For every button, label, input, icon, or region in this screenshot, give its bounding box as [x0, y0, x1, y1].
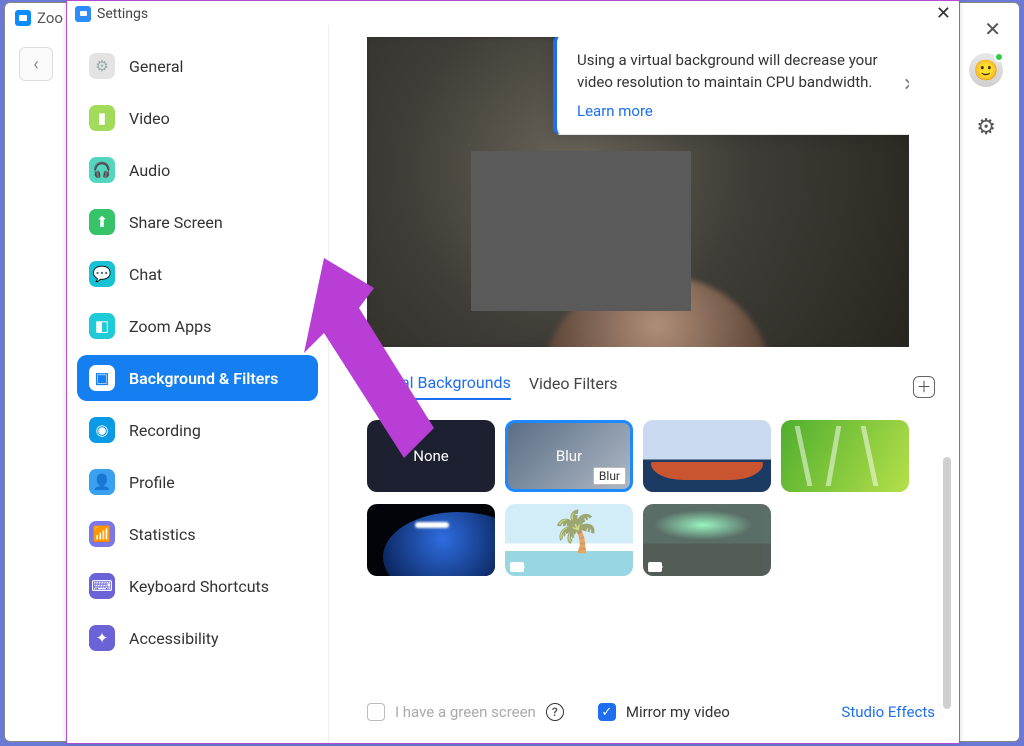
studio-effects-link[interactable]: Studio Effects [841, 703, 935, 721]
sidebar-item-accessibility[interactable]: ✦ Accessibility [77, 615, 318, 661]
tab-virtual-backgrounds[interactable]: Virtual Backgrounds [367, 373, 511, 400]
presence-dot-icon [994, 52, 1004, 62]
background-option-blur[interactable]: Blur Blur [505, 420, 633, 492]
green-screen-label: I have a green screen [395, 703, 536, 721]
sidebar-item-label: Keyboard Shortcuts [129, 577, 269, 596]
gear-icon[interactable]: ⚙ [976, 115, 996, 140]
mirror-video-label: Mirror my video [626, 703, 730, 721]
share-screen-icon: ⬆ [89, 209, 115, 235]
main-panel: Using a virtual background will decrease… [329, 25, 959, 743]
sidebar-item-recording[interactable]: ◉ Recording [77, 407, 318, 453]
settings-title: Settings [97, 6, 148, 22]
redacted-region [471, 151, 691, 311]
sidebar-item-label: Video [129, 109, 170, 128]
info-banner-text: Using a virtual background will decrease… [577, 50, 892, 94]
zoom-icon [75, 6, 91, 22]
sidebar-item-audio[interactable]: 🎧 Audio [77, 147, 318, 193]
sidebar-item-statistics[interactable]: 📶 Statistics [77, 511, 318, 557]
background-option-grass[interactable] [781, 420, 909, 492]
tab-video-filters[interactable]: Video Filters [529, 374, 618, 399]
banner-close-icon[interactable]: ✕ [903, 74, 909, 95]
green-screen-checkbox[interactable] [367, 703, 385, 721]
chat-icon: 💬 [89, 261, 115, 287]
background-option-aurora[interactable] [643, 504, 771, 576]
close-icon[interactable]: ✕ [936, 3, 951, 24]
sidebar-item-label: Share Screen [129, 213, 223, 232]
bottom-options: I have a green screen ? ✓ Mirror my vide… [367, 703, 935, 721]
sidebar-item-label: Profile [129, 473, 175, 492]
browser-back-button[interactable]: ‹ [19, 47, 53, 81]
background-option-beach[interactable]: 🌴 [505, 504, 633, 576]
scrollbar[interactable] [943, 457, 951, 709]
sidebar-item-share-screen[interactable]: ⬆ Share Screen [77, 199, 318, 245]
video-preview: Using a virtual background will decrease… [367, 37, 909, 347]
avatar[interactable]: 🙂 [969, 53, 1003, 87]
sidebar-item-label: Statistics [129, 525, 196, 544]
learn-more-link[interactable]: Learn more [577, 102, 653, 120]
sidebar-item-chat[interactable]: 💬 Chat [77, 251, 318, 297]
settings-sidebar: ⚙ General ▮ Video 🎧 Audio ⬆ Share Screen 💬 Ch… [67, 25, 329, 743]
background-option-earth[interactable] [367, 504, 495, 576]
video-badge-icon [648, 562, 662, 572]
video-icon: ▮ [89, 105, 115, 131]
sidebar-item-background-filters[interactable]: ▣ Background & Filters [77, 355, 318, 401]
sidebar-item-video[interactable]: ▮ Video [77, 95, 318, 141]
general-icon: ⚙ [89, 53, 115, 79]
add-background-button[interactable]: ＋ [913, 376, 935, 398]
background-grid: None Blur Blur 🌴 [367, 420, 935, 576]
statistics-icon: 📶 [89, 521, 115, 547]
sidebar-item-profile[interactable]: 👤 Profile [77, 459, 318, 505]
browser-tab-label: Zoo [37, 9, 63, 27]
sidebar-item-label: General [129, 57, 183, 76]
accessibility-icon: ✦ [89, 625, 115, 651]
sidebar-item-label: Audio [129, 161, 170, 180]
settings-window: Settings ✕ ⚙ General ▮ Video 🎧 Audio ⬆ Share… [66, 0, 960, 744]
keyboard-icon: ⌨ [89, 573, 115, 599]
sidebar-item-label: Zoom Apps [129, 317, 211, 336]
sidebar-item-label: Background & Filters [129, 369, 278, 388]
sidebar-item-label: Recording [129, 421, 201, 440]
zoom-apps-icon: ◧ [89, 313, 115, 339]
sidebar-item-keyboard-shortcuts[interactable]: ⌨ Keyboard Shortcuts [77, 563, 318, 609]
background-option-golden-gate[interactable] [643, 420, 771, 492]
zoom-icon [15, 10, 31, 26]
help-icon[interactable]: ? [546, 703, 564, 721]
audio-icon: 🎧 [89, 157, 115, 183]
sidebar-item-label: Accessibility [129, 629, 219, 648]
sidebar-item-zoom-apps[interactable]: ◧ Zoom Apps [77, 303, 318, 349]
sub-tabs: Virtual Backgrounds Video Filters ＋ [367, 373, 935, 400]
settings-titlebar: Settings ✕ [67, 1, 959, 25]
browser-close-icon[interactable]: ✕ [984, 17, 1001, 41]
video-badge-icon [510, 562, 524, 572]
blur-tooltip: Blur [593, 467, 626, 485]
mirror-video-checkbox[interactable]: ✓ [598, 703, 616, 721]
sidebar-item-general[interactable]: ⚙ General [77, 43, 318, 89]
info-banner: Using a virtual background will decrease… [553, 37, 909, 135]
background-option-none[interactable]: None [367, 420, 495, 492]
browser-tab[interactable]: Zoo [15, 9, 63, 27]
sidebar-item-label: Chat [129, 265, 162, 284]
profile-icon: 👤 [89, 469, 115, 495]
recording-icon: ◉ [89, 417, 115, 443]
background-filters-icon: ▣ [89, 365, 115, 391]
